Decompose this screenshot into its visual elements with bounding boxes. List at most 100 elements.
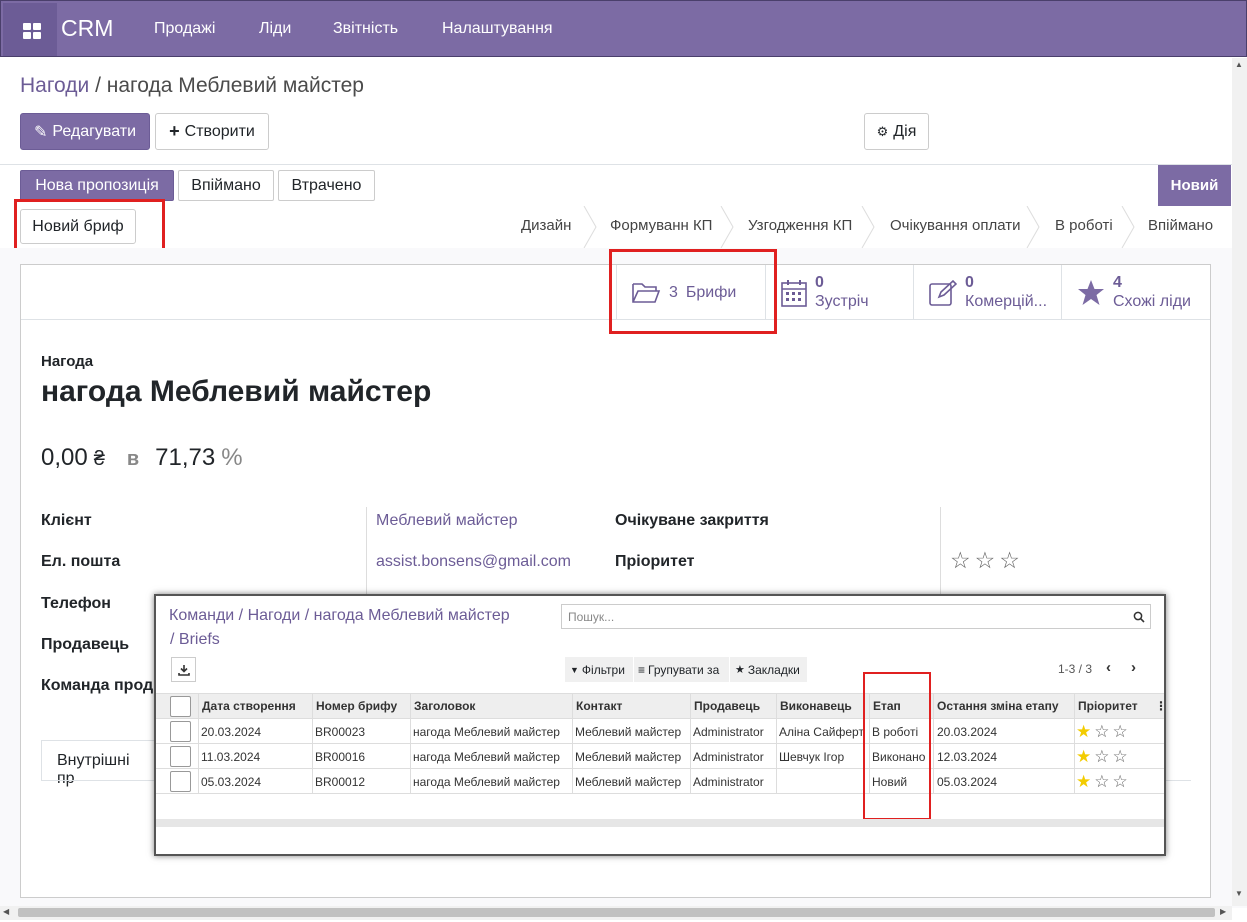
star-empty-icon[interactable]: ☆ xyxy=(1113,748,1128,765)
cell-priority[interactable]: ★ ☆ ☆ xyxy=(1076,723,1128,740)
scroll-up-icon[interactable]: ▲ xyxy=(1235,60,1243,69)
favorites-label: Закладки xyxy=(747,662,800,677)
star-empty-icon[interactable]: ☆ xyxy=(1094,748,1109,765)
edit-button[interactable]: ✎ Редагувати xyxy=(20,113,150,150)
cell-title: нагода Меблевий майстер xyxy=(413,725,560,739)
scroll-left-icon[interactable]: ◀ xyxy=(3,907,9,916)
highlight-box-stage-column xyxy=(863,672,931,820)
nav-item-settings[interactable]: Налаштування xyxy=(442,20,553,38)
cell-brief-number: BR00023 xyxy=(315,725,366,739)
apps-menu-button[interactable] xyxy=(3,3,57,56)
row-checkbox[interactable] xyxy=(170,721,191,742)
stage-quote-forming[interactable]: Формуванн КП xyxy=(610,217,712,234)
breadcrumb-root[interactable]: Нагоди xyxy=(20,74,89,97)
probability-value[interactable]: 71,73 xyxy=(155,444,215,472)
cell-salesperson: Administrator xyxy=(693,750,764,764)
lost-button[interactable]: Втрачено xyxy=(278,170,375,201)
stage-awaiting-payment[interactable]: Очікування оплати xyxy=(890,217,1021,234)
star-empty-icon[interactable]: ☆ xyxy=(1113,723,1128,740)
scroll-right-icon[interactable]: ▶ xyxy=(1220,907,1226,916)
nav-item-sales[interactable]: Продажі xyxy=(154,20,215,38)
create-button[interactable]: + Створити xyxy=(155,113,269,150)
column-header-priority[interactable]: Пріоритет xyxy=(1078,699,1138,713)
expected-revenue[interactable]: 0,00 xyxy=(41,444,88,472)
horizontal-scrollbar-thumb[interactable] xyxy=(18,908,1215,917)
cell-priority[interactable]: ★ ☆ ☆ xyxy=(1076,748,1128,765)
star-empty-icon[interactable]: ☆ xyxy=(1113,773,1128,790)
star-empty-icon[interactable]: ☆ xyxy=(975,547,996,574)
star-filled-icon[interactable]: ★ xyxy=(1076,748,1091,765)
app-brand[interactable]: CRM xyxy=(61,15,113,42)
cell-brief-number: BR00016 xyxy=(315,750,366,764)
star-filled-icon[interactable]: ★ xyxy=(1076,773,1091,790)
record-title[interactable]: нагода Меблевий майстер xyxy=(41,375,431,409)
row-checkbox[interactable] xyxy=(170,746,191,767)
top-navbar: CRM Продажі Ліди Звітність Налаштування xyxy=(0,0,1247,57)
download-icon xyxy=(177,664,190,676)
pager-next-icon[interactable]: › xyxy=(1131,659,1136,676)
cell-stage-changed: 12.03.2024 xyxy=(937,750,998,764)
nav-item-reporting[interactable]: Звітність xyxy=(333,20,398,38)
row-checkbox[interactable] xyxy=(170,771,191,792)
cell-stage-changed: 20.03.2024 xyxy=(937,725,998,739)
smart-button-meetings[interactable]: 0 Зустріч xyxy=(765,265,914,320)
optional-columns-icon[interactable]: ⋮ xyxy=(1155,699,1167,713)
column-header-contact[interactable]: Контакт xyxy=(576,699,622,713)
column-header-title[interactable]: Заголовок xyxy=(414,699,475,713)
download-button[interactable] xyxy=(171,657,196,682)
pager-value[interactable]: 1-3 / 3 xyxy=(1058,662,1092,676)
star-empty-icon[interactable]: ☆ xyxy=(999,547,1020,574)
modal-breadcrumb-current: / Briefs xyxy=(170,631,220,648)
cell-priority[interactable]: ★ ☆ ☆ xyxy=(1076,773,1128,790)
priority-stars[interactable]: ☆ ☆ ☆ xyxy=(950,547,1020,574)
column-header-created-date[interactable]: Дата створення xyxy=(202,699,296,713)
stage-won[interactable]: Впіймано xyxy=(1148,217,1213,234)
priority-label: Пріоритет xyxy=(615,553,695,570)
star-empty-icon[interactable]: ☆ xyxy=(950,547,971,574)
new-brief-button[interactable]: Новий бриф xyxy=(20,209,136,244)
star-icon: ★ xyxy=(735,664,745,676)
nav-item-leads[interactable]: Ліди xyxy=(259,20,291,38)
stage-design[interactable]: Дизайн xyxy=(521,217,571,234)
tab-internal-notes[interactable]: Внутрішні пр xyxy=(41,740,161,787)
modal-breadcrumb[interactable]: Команди / Нагоди / нагода Меблевий майст… xyxy=(169,607,510,625)
stage-chevron xyxy=(720,206,734,248)
star-empty-icon[interactable]: ☆ xyxy=(1094,773,1109,790)
quotations-label: Комерцій... xyxy=(965,292,1048,310)
column-header-brief-number[interactable]: Номер брифу xyxy=(316,699,397,713)
pencil-icon: ✎ xyxy=(33,123,48,141)
stage-badge-new[interactable]: Новий xyxy=(1158,165,1231,206)
search-icon[interactable] xyxy=(1133,610,1145,623)
list-icon: ≡ xyxy=(638,662,646,677)
search-input[interactable]: Пошук... xyxy=(561,604,1151,629)
client-field[interactable]: Меблевий майстер xyxy=(376,512,518,530)
edit-document-icon xyxy=(929,279,957,306)
group-by-button[interactable]: ≡ Групувати за xyxy=(634,657,729,682)
stage-in-progress[interactable]: В роботі xyxy=(1055,217,1113,234)
filters-button[interactable]: ▼ Фільтри xyxy=(565,657,633,682)
column-header-stage-changed[interactable]: Остання зміна етапу xyxy=(937,699,1059,713)
scroll-down-icon[interactable]: ▼ xyxy=(1235,889,1243,898)
expected-closing-label: Очікуване закриття xyxy=(615,512,769,529)
new-proposal-button[interactable]: Нова пропозиція xyxy=(20,170,174,201)
email-field[interactable]: assist.bonsens@gmail.com xyxy=(376,553,571,571)
gear-icon: ⚙ xyxy=(876,123,889,139)
vertical-scrollbar[interactable] xyxy=(1232,58,1247,906)
currency-symbol: ₴ xyxy=(93,448,105,470)
cell-salesperson: Administrator xyxy=(693,775,764,789)
smart-button-similar-leads[interactable]: 4 Схожі ліди xyxy=(1061,265,1210,320)
smart-button-quotations[interactable]: 0 Комерцій... xyxy=(913,265,1062,320)
star-filled-icon[interactable]: ★ xyxy=(1076,723,1091,740)
column-header-executor[interactable]: Виконавець xyxy=(780,699,852,713)
star-empty-icon[interactable]: ☆ xyxy=(1094,723,1109,740)
action-menu-button[interactable]: ⚙ Дія xyxy=(864,113,929,150)
favorites-button[interactable]: ★ Закладки xyxy=(730,657,807,682)
pager-previous-icon[interactable]: ‹ xyxy=(1106,659,1111,676)
highlight-box-briefs xyxy=(609,249,777,334)
stage-quote-approval[interactable]: Узгодження КП xyxy=(748,217,852,234)
column-header-salesperson[interactable]: Продавець xyxy=(694,699,760,713)
salesperson-label: Продавець xyxy=(41,636,130,653)
won-button[interactable]: Впіймано xyxy=(178,170,274,201)
stage-chevron xyxy=(861,206,875,248)
select-all-checkbox[interactable] xyxy=(170,696,191,717)
